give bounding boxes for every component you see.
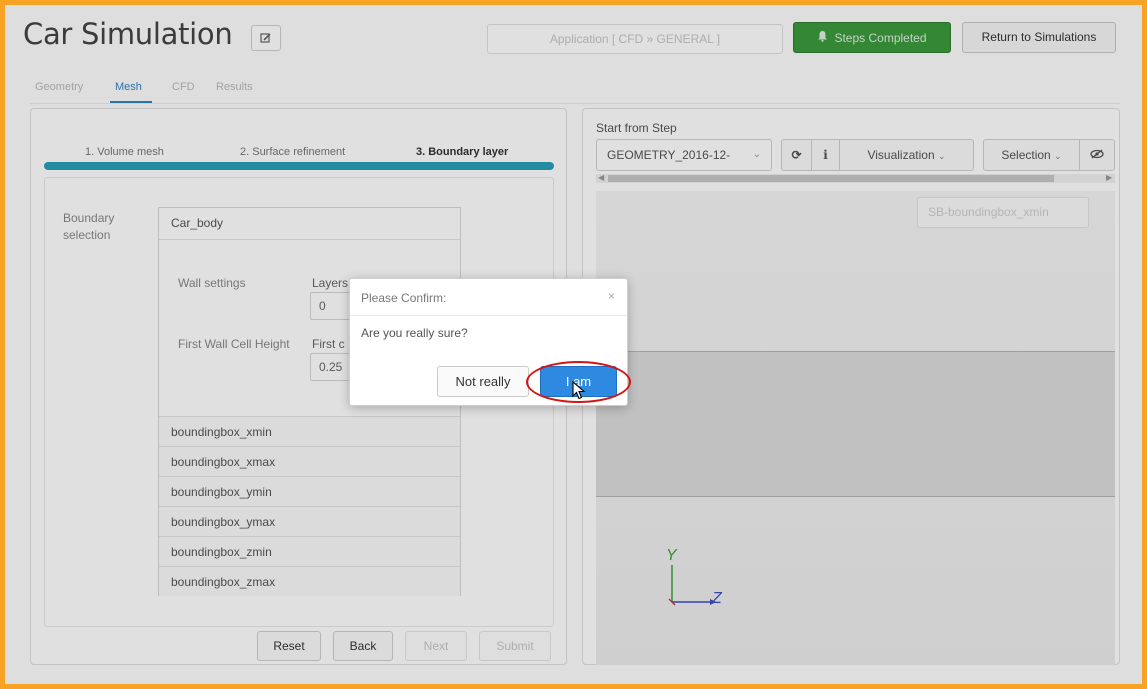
dialog-divider: [350, 315, 627, 316]
close-icon[interactable]: ×: [608, 289, 615, 303]
mouse-cursor-icon: [572, 381, 586, 400]
dialog-message: Are you really sure?: [361, 326, 468, 340]
dialog-title: Please Confirm:: [361, 291, 447, 305]
cancel-button[interactable]: Not really: [437, 366, 529, 397]
